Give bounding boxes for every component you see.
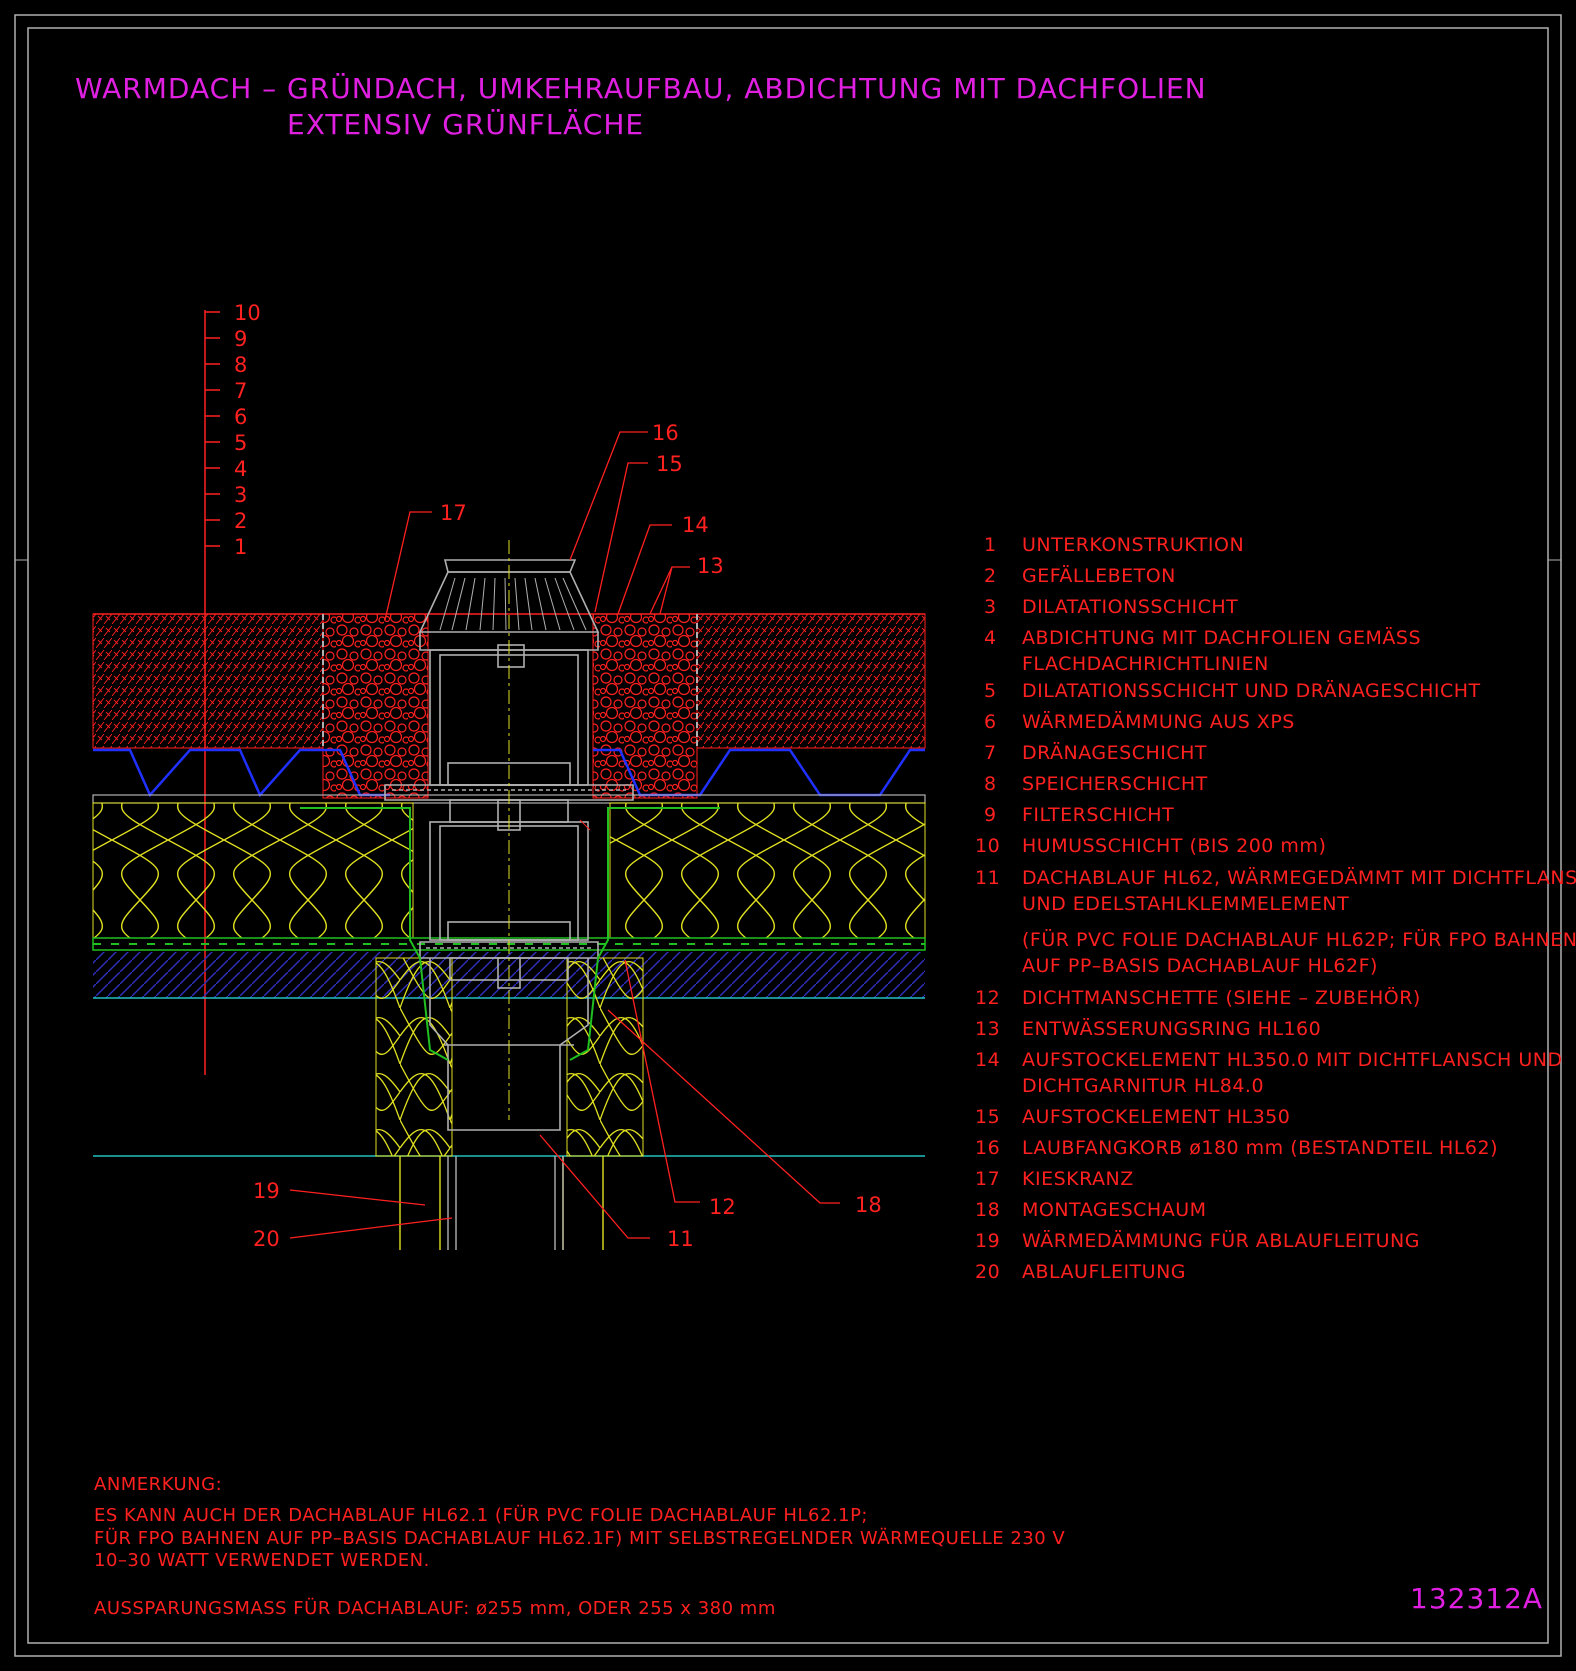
- legend-number: 10: [975, 835, 1000, 857]
- callout-19: 19: [253, 1179, 280, 1203]
- title-line-2: EXTENSIV GRÜNFLÄCHE: [287, 107, 644, 141]
- legend: 1 UNTERKONSTRUKTION 2 GEFÄLLEBETON 3 DILATATI…: [975, 534, 1576, 1283]
- scale-label: 3: [234, 483, 247, 507]
- legend-number: 7: [984, 742, 997, 764]
- scale-label: 5: [234, 431, 247, 455]
- legend-text: AUF PP–BASIS DACHABLAUF HL62F): [1022, 955, 1378, 977]
- legend-number: 14: [975, 1049, 1000, 1071]
- drawing-code: 132312A: [1410, 1582, 1543, 1615]
- scale-label: 8: [234, 353, 247, 377]
- recess-dimension: AUSSPARUNGSMASS FÜR DACHABLAUF: ø255 mm,…: [94, 1597, 776, 1619]
- legend-text: MONTAGESCHAUM: [1022, 1199, 1207, 1221]
- legend-text: LAUBFANGKORB ø180 mm (BESTANDTEIL HL62): [1022, 1137, 1498, 1159]
- legend-number: 1: [984, 534, 997, 556]
- legend-text: DILATATIONSSCHICHT UND DRÄNAGESCHICHT: [1022, 679, 1481, 702]
- callout-14: 14: [682, 513, 709, 537]
- scale-label: 7: [234, 379, 247, 403]
- legend-number: 17: [975, 1168, 1000, 1190]
- note-line-3: 10–30 WATT VERWENDET WERDEN.: [94, 1550, 430, 1571]
- legend-number: 3: [984, 596, 997, 618]
- legend-text: AUFSTOCKELEMENT HL350.0 MIT DICHTFLANSCH…: [1022, 1049, 1563, 1071]
- legend-number: 2: [984, 565, 997, 587]
- legend-text: ABLAUFLEITUNG: [1022, 1261, 1186, 1283]
- legend-number: 12: [975, 987, 1000, 1009]
- callout-16: 16: [652, 421, 679, 445]
- legend-number: 9: [984, 804, 997, 826]
- legend-text: WÄRMEDÄMMUNG AUS XPS: [1022, 710, 1295, 733]
- callout-11: 11: [667, 1227, 694, 1251]
- legend-number: 19: [975, 1230, 1000, 1252]
- legend-number: 4: [984, 627, 997, 649]
- legend-text: FILTERSCHICHT: [1022, 804, 1174, 826]
- scale-label: 6: [234, 405, 247, 429]
- legend-text: DACHABLAUF HL62, WÄRMEGEDÄMMT MIT DICHTF…: [1022, 866, 1576, 889]
- legend-number: 8: [984, 773, 997, 795]
- legend-text: ABDICHTUNG MIT DACHFOLIEN GEMÄSS: [1022, 626, 1421, 649]
- note-line-1: ES KANN AUCH DER DACHABLAUF HL62.1 (FÜR …: [94, 1504, 868, 1526]
- callout-20: 20: [253, 1227, 280, 1251]
- legend-number: 13: [975, 1018, 1000, 1040]
- xps-insulation: [609, 802, 926, 939]
- legend-text: WÄRMEDÄMMUNG FÜR ABLAUFLEITUNG: [1022, 1229, 1420, 1252]
- legend-number: 18: [975, 1199, 1000, 1221]
- legend-text: SPEICHERSCHICHT: [1022, 773, 1208, 795]
- gravel-ring: [592, 613, 698, 799]
- legend-text: DILATATIONSSCHICHT: [1022, 596, 1238, 618]
- callout-13: 13: [697, 554, 724, 578]
- legend-number: 20: [975, 1261, 1000, 1283]
- gravel-ring: [322, 613, 429, 799]
- note-line-2: FÜR FPO BAHNEN AUF PP–BASIS DACHABLAUF H…: [94, 1527, 1065, 1549]
- scale-label: 10: [234, 301, 261, 325]
- section-drawing: [92, 540, 926, 1250]
- legend-text: (FÜR PVC FOLIE DACHABLAUF HL62P; FÜR FPO…: [1022, 928, 1576, 951]
- callout-17: 17: [440, 501, 467, 525]
- callout-18: 18: [855, 1193, 882, 1217]
- legend-text: GEFÄLLEBETON: [1022, 564, 1176, 587]
- title-line-1: WARMDACH – GRÜNDACH, UMKEHRAUFBAU, ABDIC…: [75, 71, 1207, 105]
- note-block: ANMERKUNG: ES KANN AUCH DER DACHABLAUF H…: [94, 1474, 1065, 1619]
- scale-label: 1: [234, 535, 247, 559]
- legend-number: 5: [984, 680, 997, 702]
- legend-number: 15: [975, 1106, 1000, 1128]
- legend-text: HUMUSSCHICHT (BIS 200 mm): [1022, 835, 1326, 857]
- legend-text: DICHTMANSCHETTE (SIEHE – ZUBEHÖR): [1022, 986, 1421, 1009]
- legend-text: DICHTGARNITUR HL84.0: [1022, 1075, 1264, 1097]
- legend-text: FLACHDACHRICHTLINIEN: [1022, 653, 1269, 675]
- callout-12: 12: [709, 1195, 736, 1219]
- legend-text: UND EDELSTAHLKLEMMELEMENT: [1022, 893, 1349, 915]
- callout-15: 15: [656, 452, 683, 476]
- note-heading: ANMERKUNG:: [94, 1474, 222, 1495]
- roof-drain-detail-drawing: WARMDACH – GRÜNDACH, UMKEHRAUFBAU, ABDIC…: [14, 14, 1576, 1657]
- legend-text: UNTERKONSTRUKTION: [1022, 534, 1244, 556]
- scale-label: 9: [234, 327, 247, 351]
- legend-text: KIESKRANZ: [1022, 1168, 1134, 1190]
- legend-text: AUFSTOCKELEMENT HL350: [1022, 1106, 1290, 1128]
- xps-insulation: [92, 802, 414, 939]
- legend-number: 16: [975, 1137, 1000, 1159]
- legend-number: 11: [975, 867, 1000, 889]
- scale-label: 2: [234, 509, 247, 533]
- legend-text: ENTWÄSSERUNGSRING HL160: [1022, 1017, 1321, 1040]
- scale-label: 4: [234, 457, 247, 481]
- legend-number: 6: [984, 711, 997, 733]
- legend-text: DRÄNAGESCHICHT: [1022, 741, 1207, 764]
